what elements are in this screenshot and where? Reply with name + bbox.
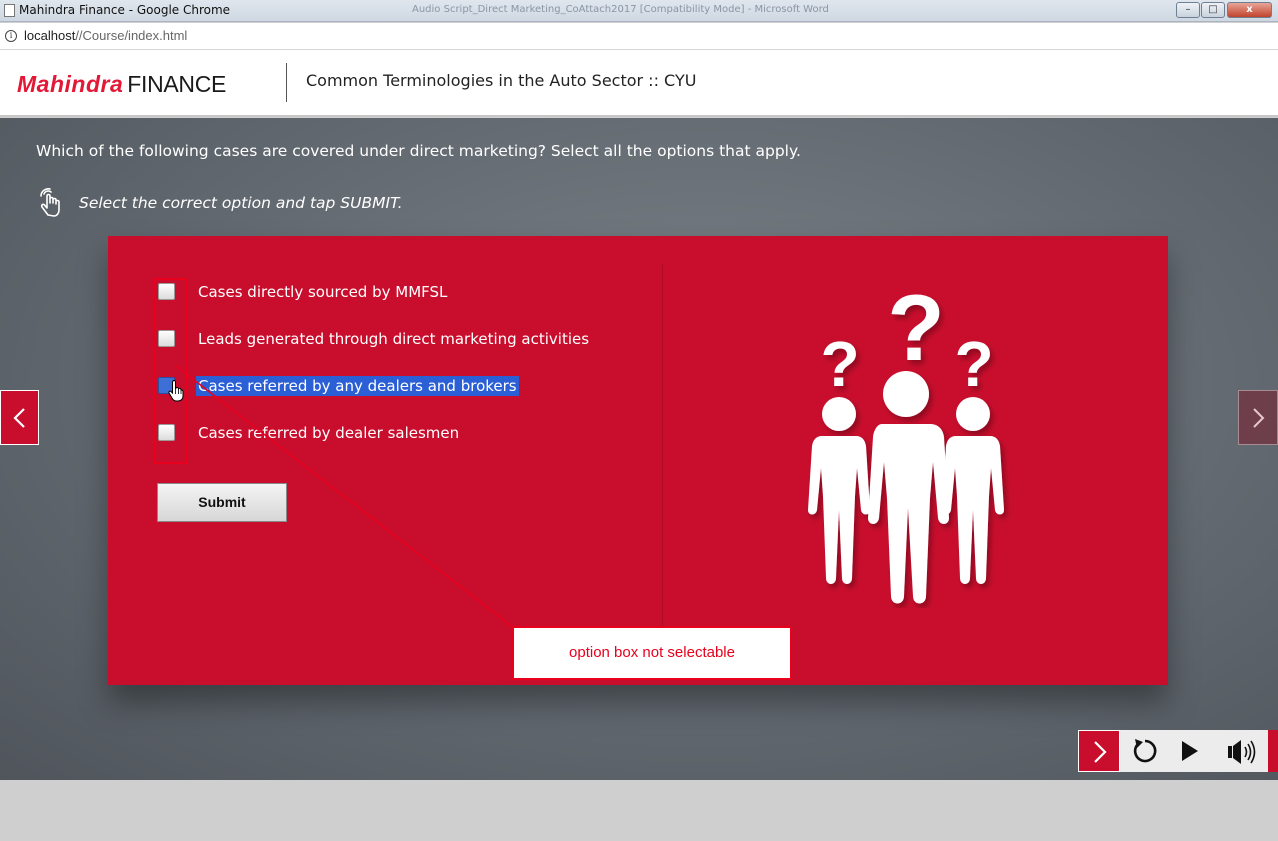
svg-text:?: ? bbox=[820, 328, 859, 400]
course-header: Mahindra FINANCE Common Terminologies in … bbox=[0, 50, 1278, 117]
url-field[interactable]: localhost//Course/index.html bbox=[24, 28, 187, 43]
option-label[interactable]: Leads generated through direct marketing… bbox=[196, 329, 591, 349]
play-button[interactable] bbox=[1169, 730, 1211, 772]
info-icon[interactable]: i bbox=[5, 30, 17, 42]
replay-icon bbox=[1133, 739, 1157, 763]
mahindra-finance-logo: Mahindra FINANCE bbox=[17, 71, 226, 98]
annotation-highlight-box bbox=[154, 278, 187, 464]
page-icon bbox=[4, 4, 15, 17]
player-edge bbox=[1268, 730, 1278, 772]
url-host: localhost bbox=[24, 28, 76, 43]
people-question-icon: ? ? ? bbox=[808, 278, 1004, 604]
replay-button[interactable] bbox=[1124, 730, 1166, 772]
next-button[interactable] bbox=[1078, 730, 1120, 772]
quiz-stage: Which of the following cases are covered… bbox=[0, 118, 1278, 780]
player-controls bbox=[1078, 730, 1278, 772]
option-label[interactable]: Cases referred by dealer salesmen bbox=[196, 423, 461, 443]
background-window-title: Audio Script_Direct Marketing_CoAttach20… bbox=[412, 4, 829, 15]
address-bar[interactable]: i localhost//Course/index.html bbox=[0, 23, 1278, 50]
question-text: Which of the following cases are covered… bbox=[36, 142, 801, 160]
audio-button[interactable] bbox=[1221, 730, 1263, 772]
panel-divider bbox=[662, 264, 663, 626]
window-title: Mahindra Finance - Google Chrome bbox=[19, 3, 231, 17]
chevron-left-icon bbox=[13, 408, 25, 428]
close-button[interactable]: x bbox=[1227, 2, 1272, 18]
volume-icon bbox=[1228, 740, 1256, 764]
question-panel: Cases directly sourced by MMFSL Leads ge… bbox=[108, 236, 1168, 685]
play-icon bbox=[1182, 741, 1198, 761]
maximize-button[interactable]: □ bbox=[1201, 2, 1225, 18]
instruction-text: Select the correct option and tap SUBMIT… bbox=[79, 194, 403, 212]
chevron-right-icon bbox=[1094, 741, 1107, 763]
window-titlebar: Mahindra Finance - Google Chrome Audio S… bbox=[0, 0, 1278, 22]
logo-brand: Mahindra bbox=[17, 71, 124, 97]
option-label[interactable]: Cases directly sourced by MMFSL bbox=[196, 282, 449, 302]
annotation-callout: option box not selectable bbox=[512, 626, 792, 680]
next-slide-button[interactable] bbox=[1238, 390, 1278, 445]
url-path: //Course/index.html bbox=[75, 28, 188, 43]
course-title: Common Terminologies in the Auto Sector … bbox=[306, 71, 697, 90]
submit-button[interactable]: Submit bbox=[157, 483, 287, 522]
chevron-right-icon bbox=[1253, 408, 1265, 428]
svg-text:?: ? bbox=[887, 278, 944, 380]
page-footer bbox=[0, 780, 1278, 841]
minimize-button[interactable]: – bbox=[1176, 2, 1200, 18]
hand-tap-icon bbox=[40, 188, 60, 217]
option-label[interactable]: Cases referred by any dealers and broker… bbox=[196, 376, 519, 396]
header-divider bbox=[286, 63, 287, 102]
hand-cursor-icon bbox=[168, 380, 184, 402]
previous-slide-button[interactable] bbox=[0, 390, 39, 445]
logo-product: FINANCE bbox=[127, 71, 227, 97]
svg-text:?: ? bbox=[954, 328, 993, 400]
